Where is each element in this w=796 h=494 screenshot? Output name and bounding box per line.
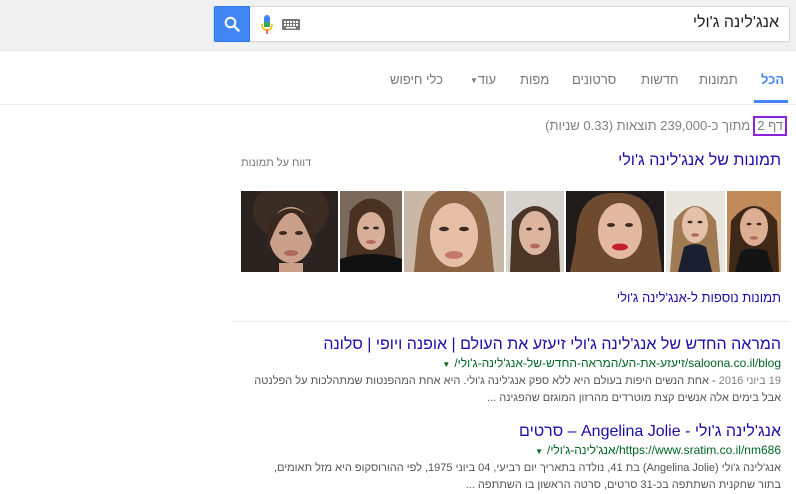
tab-news[interactable]: חדשות xyxy=(641,72,679,87)
url-dropdown-icon[interactable]: ▼ xyxy=(442,360,450,369)
tab-more[interactable]: עוד▼ xyxy=(466,72,496,87)
search-result: אנג'לינה ג'ולי - Angelina Jolie – סרטים … xyxy=(241,422,781,494)
top-bar: אנג'לינה ג'ולי xyxy=(0,0,796,51)
result-url: https://www.sratim.co.il/nm686/אנג'לינה-… xyxy=(241,442,781,460)
search-button[interactable] xyxy=(214,6,250,42)
tab-search-tools[interactable]: כלי חיפוש xyxy=(390,72,443,87)
search-box[interactable]: אנג'לינה ג'ולי xyxy=(213,6,790,42)
result-snippet-line2: בתור שחקנית השתתפה בכ-31 סרטים, סרטה הרא… xyxy=(465,479,781,491)
result-snippet-line2: אבל בימים אלה אנשים קצת מוטרדים מהרזון ה… xyxy=(487,392,781,404)
result-url-text: https://www.sratim.co.il/nm686/אנג'לינה-… xyxy=(546,443,781,457)
report-images-link[interactable]: דווח על תמונות xyxy=(241,157,311,169)
result-date: 19 ביוני 2016 xyxy=(718,375,781,387)
result-count: מתוך כ-239,000 תוצאות (0.33 שניות) xyxy=(545,118,751,133)
result-snippet-line1: אנג'לינה ג'ולי (Angelina Jolie) בת 41, נ… xyxy=(273,462,781,474)
image-thumbnail[interactable] xyxy=(241,191,338,272)
search-result: המראה החדש של אנג'לינה ג'ולי זיעזע את הע… xyxy=(241,335,781,407)
keyboard-icon[interactable] xyxy=(282,19,300,30)
image-thumbnail[interactable] xyxy=(727,191,781,272)
image-thumbnail[interactable] xyxy=(506,191,564,272)
url-dropdown-icon[interactable]: ▼ xyxy=(535,447,543,456)
image-thumbnail[interactable] xyxy=(404,191,504,272)
image-thumbnail[interactable] xyxy=(340,191,402,272)
microphone-icon[interactable] xyxy=(260,15,274,35)
result-snippet: 19 ביוני 2016 - אחת הנשים היפות בעולם הי… xyxy=(241,373,781,407)
tab-images[interactable]: תמונות xyxy=(699,72,738,87)
result-snippet-line1: - אחת הנשים היפות בעולם היא ללא ספק אנג'… xyxy=(254,375,719,387)
active-tab-indicator xyxy=(754,100,788,103)
result-url-text: saloona.co.il/blog/זיעזע-את-הע/המראה-החד… xyxy=(454,356,781,370)
page-number: דף 2 xyxy=(753,116,787,136)
image-thumbnail[interactable] xyxy=(566,191,664,272)
tab-maps[interactable]: מפות xyxy=(520,72,549,87)
caret-down-icon: ▼ xyxy=(470,76,478,86)
search-tabs: הכל תמונות חדשות סרטונים מפות עוד▼ כלי ח… xyxy=(0,52,796,105)
result-title-link[interactable]: המראה החדש של אנג'לינה ג'ולי זיעזע את הע… xyxy=(241,335,781,355)
tab-all[interactable]: הכל xyxy=(761,72,784,87)
tab-more-label: עוד xyxy=(477,72,497,87)
search-icon xyxy=(224,16,240,32)
more-images-link[interactable]: תמונות נוספות ל-אנג'לינה ג'ולי xyxy=(617,290,781,305)
tab-videos[interactable]: סרטונים xyxy=(572,72,616,87)
result-url: saloona.co.il/blog/זיעזע-את-הע/המראה-החד… xyxy=(241,355,781,373)
search-input[interactable]: אנג'לינה ג'ולי xyxy=(693,14,779,32)
images-heading-link[interactable]: תמונות של אנג'לינה ג'ולי xyxy=(618,152,781,170)
result-snippet: אנג'לינה ג'ולי (Angelina Jolie) בת 41, נ… xyxy=(241,460,781,494)
result-stats: דף 2מתוך כ-239,000 תוצאות (0.33 שניות) xyxy=(545,116,787,136)
section-divider xyxy=(233,321,790,322)
result-title-link[interactable]: אנג'לינה ג'ולי - Angelina Jolie – סרטים xyxy=(241,422,781,442)
image-thumbnails xyxy=(241,191,781,272)
image-thumbnail[interactable] xyxy=(666,191,725,272)
